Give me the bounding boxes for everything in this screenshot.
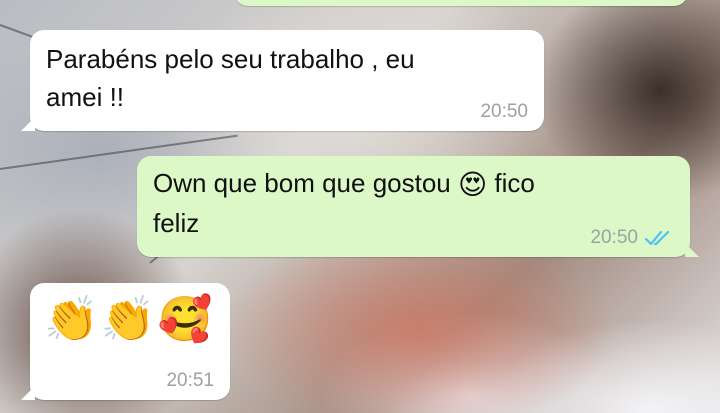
double-check-icon — [644, 229, 674, 247]
previous-message-bubble[interactable] — [234, 0, 688, 6]
message-meta: 20:50 — [480, 101, 528, 123]
emoji-message: 👏👏🥰 — [44, 295, 215, 344]
message-time: 20:50 — [480, 101, 528, 122]
message-time: 20:50 — [590, 227, 638, 248]
outgoing-message[interactable]: Own que bom que gostou 😍 fico feliz 20:5… — [137, 156, 699, 257]
chat-background: Parabéns pelo seu trabalho , eu amei !! … — [0, 0, 720, 413]
message-time: 20:51 — [166, 370, 214, 391]
bubble-tail — [21, 386, 35, 400]
message-meta: 20:50 — [590, 227, 674, 249]
message-text: Parabéns pelo seu trabalho , eu amei !! — [46, 44, 415, 112]
incoming-message[interactable]: Parabéns pelo seu trabalho , eu amei !! … — [21, 30, 544, 131]
bubble-tail — [685, 243, 699, 257]
bubble-tail — [21, 117, 35, 131]
incoming-message[interactable]: 👏👏🥰 20:51 — [21, 283, 230, 400]
message-meta: 20:51 — [166, 370, 214, 392]
heart-eyes-emoji: 😍 — [457, 169, 488, 200]
message-text-before: Own que bom que gostou — [153, 168, 458, 198]
